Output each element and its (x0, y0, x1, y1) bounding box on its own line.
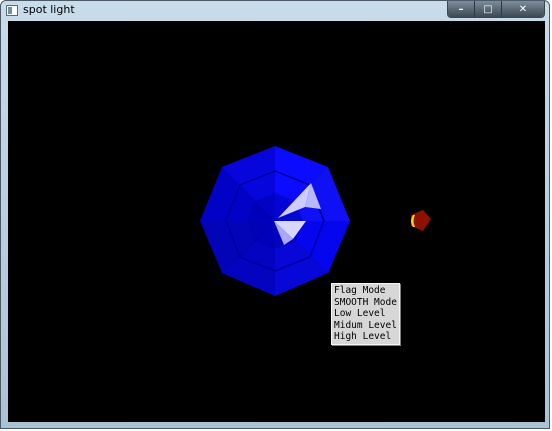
close-button[interactable]: ✕ (501, 1, 544, 17)
window-title: spot light (23, 3, 75, 16)
app-icon (6, 5, 18, 16)
maximize-button[interactable]: □ (474, 1, 501, 17)
menu-item-low-level[interactable]: Low Level (332, 308, 399, 320)
light-body (411, 210, 431, 231)
window-controls: – □ ✕ (447, 1, 545, 18)
scene-svg (200, 146, 431, 296)
title-bar[interactable]: spot light – □ ✕ (1, 1, 549, 21)
context-menu: Flag Mode SMOOTH Mode Low Level Midum Le… (331, 283, 400, 345)
close-icon: ✕ (518, 3, 528, 15)
render-canvas[interactable]: Flag Mode SMOOTH Mode Low Level Midum Le… (8, 21, 545, 422)
light-source (411, 210, 431, 231)
minimize-button[interactable]: – (448, 1, 474, 17)
menu-item-smooth-mode[interactable]: SMOOTH Mode (332, 297, 399, 309)
minimize-icon: – (458, 3, 464, 15)
menu-item-flag-mode[interactable]: Flag Mode (332, 285, 399, 297)
app-window: spot light – □ ✕ Flag Mode SMOOTH Mode L… (0, 0, 550, 429)
menu-item-midum-level[interactable]: Midum Level (332, 320, 399, 332)
maximize-icon: □ (483, 3, 493, 15)
sphere (200, 146, 350, 296)
menu-item-high-level[interactable]: High Level (332, 331, 399, 343)
